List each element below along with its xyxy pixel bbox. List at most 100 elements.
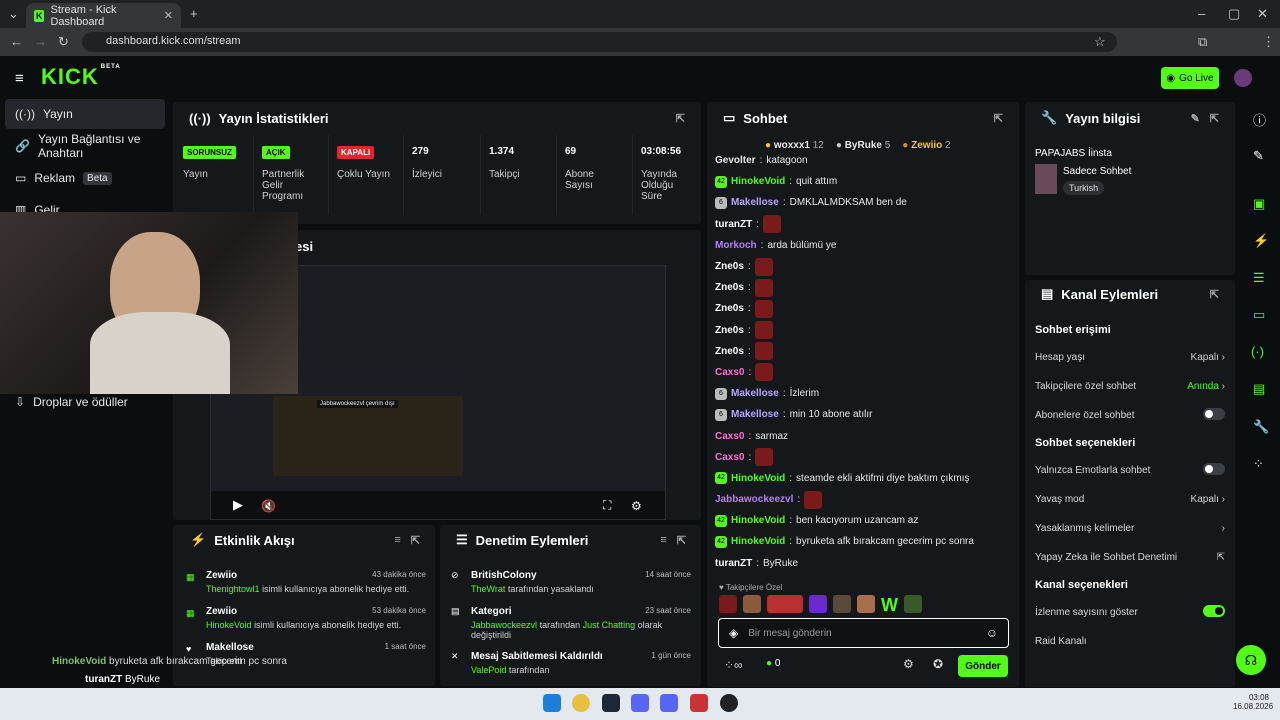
row-subs-only[interactable]: Abonelere özel sohbet <box>1025 401 1235 430</box>
send-button[interactable]: Gönder <box>958 655 1008 677</box>
chat-username[interactable]: Jabbawockeezvl <box>715 494 793 505</box>
hamburger-menu-icon[interactable]: ≡ <box>15 70 24 87</box>
filter-icon[interactable]: ≡ <box>660 534 666 547</box>
edit-icon[interactable]: ✎ <box>1253 148 1264 164</box>
row-ai-moderation[interactable]: Yapay Zeka ile Sohbet Denetimi ⇱ <box>1025 543 1235 572</box>
popout-icon[interactable]: ⇱ <box>411 534 420 547</box>
row-followers-only[interactable]: Takipçilere özel sohbet Anında › <box>1025 372 1235 401</box>
chat-username[interactable]: Morkoch <box>715 240 757 251</box>
popout-icon[interactable]: ⇱ <box>677 534 686 547</box>
chat-username[interactable]: Caxs0 <box>715 452 744 463</box>
minimize-icon[interactable]: – <box>1198 6 1205 21</box>
user-avatar[interactable] <box>1234 69 1252 87</box>
chat-username[interactable]: Zne0s <box>715 346 744 357</box>
chat-username[interactable]: Zne0s <box>715 325 744 336</box>
drag-icon[interactable]: ⁘ <box>1253 456 1264 472</box>
chat-username[interactable]: Zne0s <box>715 261 744 272</box>
start-icon[interactable] <box>543 694 561 712</box>
popout-icon[interactable]: ⇱ <box>1210 112 1219 125</box>
chat-username[interactable]: HinokeVoid <box>731 515 785 526</box>
chat-username[interactable]: HinokeVoid <box>731 473 785 484</box>
browser-tab[interactable]: K Stream - Kick Dashboard ✕ <box>26 3 181 28</box>
chat-username[interactable]: turanZT <box>715 558 752 569</box>
broadcast-icon[interactable]: (·) <box>1251 344 1264 359</box>
kick-favicon-icon: K <box>34 9 45 22</box>
mute-icon[interactable]: 🔇 <box>261 499 276 513</box>
layout-icon[interactable]: ▣ <box>1253 196 1265 212</box>
close-window-icon[interactable]: ✕ <box>1257 6 1268 22</box>
channel-points[interactable]: ● 0 <box>766 658 780 669</box>
offline-overlay-text: Jabbawockeezvl çevrim dışı <box>317 400 398 408</box>
obs-icon[interactable] <box>720 694 738 712</box>
mod-tools-icon[interactable]: ✪ <box>933 657 943 671</box>
chat-text: sarmaz <box>755 430 789 442</box>
discord-icon[interactable] <box>631 694 649 712</box>
chat-username[interactable]: Caxs0 <box>715 367 744 378</box>
connections-icon[interactable]: ⁘∞ <box>724 658 743 672</box>
gift-icon: ⇩ <box>15 395 26 409</box>
chat-icon[interactable]: ▭ <box>1253 307 1265 323</box>
chat-username[interactable]: Zne0s <box>715 303 744 314</box>
clock[interactable]: 03:08 16.08.2026 <box>1233 693 1273 711</box>
reload-icon[interactable]: ↻ <box>58 34 69 50</box>
chat-username[interactable]: turanZT <box>715 219 752 230</box>
extensions-icon[interactable]: ⧉ <box>1198 34 1207 50</box>
viewcount-toggle[interactable] <box>1203 605 1225 617</box>
new-tab-icon[interactable]: + <box>190 6 198 21</box>
browser-menu-icon[interactable]: ⋮ <box>1262 34 1275 50</box>
go-live-button[interactable]: ◉ Go Live <box>1161 67 1219 89</box>
chat-username[interactable]: Caxs0 <box>715 431 744 442</box>
tab-search-icon[interactable]: ⌄ <box>8 6 19 22</box>
emoji-icon[interactable]: ☺ <box>986 626 998 640</box>
brave-icon[interactable] <box>690 694 708 712</box>
edit-icon[interactable]: ✎ <box>1191 112 1200 125</box>
bookmark-star-icon[interactable]: ☆ <box>1094 34 1106 50</box>
chat-settings-icon[interactable]: ⚙ <box>903 657 914 671</box>
chat-input[interactable]: ◈ Bir mesaj gönderin ☺ <box>718 618 1009 648</box>
close-tab-icon[interactable]: ✕ <box>164 9 173 22</box>
sidebar-item-ads[interactable]: ▭ Reklam Beta <box>5 163 165 193</box>
stat-uptime: 03:08:56 Yayında Olduğu Süre <box>632 135 701 215</box>
steam-icon[interactable] <box>602 694 620 712</box>
chat-username[interactable]: Makellose <box>731 409 779 420</box>
emote-only-toggle[interactable] <box>1203 463 1225 475</box>
chat-username[interactable]: Makellose <box>731 197 779 208</box>
filter-icon[interactable]: ≡ <box>394 534 400 547</box>
popout-icon[interactable]: ⇱ <box>994 112 1003 125</box>
kick-logo[interactable]: KICK BETA <box>41 64 121 90</box>
row-raid-channel[interactable]: Raid Kanalı <box>1025 627 1235 656</box>
row-show-viewcount[interactable]: İzlenme sayısını göster <box>1025 598 1235 627</box>
maximize-icon[interactable]: ▢ <box>1228 6 1240 22</box>
sidebar-item-stream-key[interactable]: 🔗 Yayın Bağlantısı ve Anahtarı <box>5 131 165 161</box>
url-field[interactable]: dashboard.kick.com/stream <box>82 32 1117 52</box>
chrome-icon[interactable] <box>572 694 590 712</box>
forward-icon[interactable]: → <box>34 34 47 49</box>
lightning-icon[interactable]: ⚡ <box>1253 233 1269 249</box>
link-icon: 🔗 <box>15 139 30 153</box>
popout-icon[interactable]: ⇱ <box>676 112 685 125</box>
back-icon[interactable]: ← <box>10 34 23 49</box>
info-icon[interactable]: ⓘ <box>1253 110 1266 129</box>
wrench-icon[interactable]: 🔧 <box>1253 419 1269 435</box>
chat-username[interactable]: HinokeVoid <box>731 176 785 187</box>
discord-icon[interactable] <box>660 694 678 712</box>
support-button[interactable]: ☊ <box>1236 645 1266 675</box>
emote-bar[interactable]: W <box>719 595 1009 615</box>
chat-username[interactable]: HinokeVoid <box>731 536 785 547</box>
sidebar-item-yayin[interactable]: ((·)) Yayın <box>5 99 165 129</box>
subs-only-toggle[interactable] <box>1203 408 1225 420</box>
row-banned-words[interactable]: Yasaklanmış kelimeler › <box>1025 514 1235 543</box>
popout-icon[interactable]: ⇱ <box>1210 288 1219 301</box>
list-icon[interactable]: ☰ <box>1253 270 1265 286</box>
actions-icon[interactable]: ▤ <box>1253 381 1265 397</box>
settings-icon[interactable]: ⚙ <box>631 499 642 513</box>
row-emote-only[interactable]: Yalnızca Emotlarla sohbet <box>1025 456 1235 485</box>
fullscreen-icon[interactable]: ⛶ <box>603 498 611 513</box>
play-icon[interactable]: ▶ <box>233 497 243 513</box>
row-account-age[interactable]: Hesap yaşı Kapalı › <box>1025 343 1235 372</box>
row-slow-mode[interactable]: Yavaş mod Kapalı › <box>1025 485 1235 514</box>
chat-username[interactable]: Makellose <box>731 388 779 399</box>
chat-username[interactable]: Zne0s <box>715 282 744 293</box>
chat-username[interactable]: Gevolter <box>715 155 756 166</box>
chat-message: Zne0s: <box>715 341 1020 362</box>
